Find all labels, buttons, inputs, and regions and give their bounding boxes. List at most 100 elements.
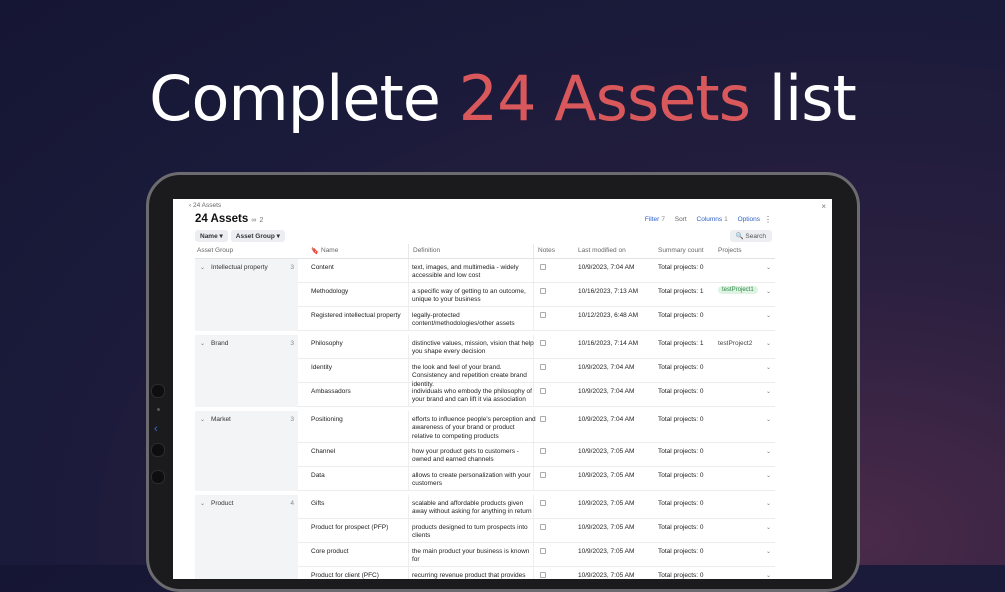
note-icon[interactable] <box>540 364 546 370</box>
table-row[interactable]: Core product the main product your busine… <box>298 543 775 567</box>
chevron-down-icon[interactable]: ⌄ <box>766 340 771 347</box>
summary-count: Total projects: 0 <box>658 264 704 271</box>
last-modified: 10/9/2023, 7:05 AM <box>578 572 635 579</box>
chevron-down-icon[interactable]: ⌄ <box>200 340 205 347</box>
group-cell[interactable]: ⌄ Product 4 <box>195 495 298 579</box>
table-row[interactable]: Data allows to create personalization wit… <box>298 467 775 491</box>
col-last-modified[interactable]: Last modified on <box>578 247 626 254</box>
asset-name[interactable]: Product for client (PFC) <box>311 572 379 579</box>
note-icon[interactable] <box>540 312 546 318</box>
page-title-text: 24 Assets <box>195 213 249 225</box>
side-chevron-left-icon[interactable]: ‹ <box>154 423 158 435</box>
search-input[interactable]: 🔍 Search <box>729 230 772 242</box>
note-icon[interactable] <box>540 524 546 530</box>
col-name[interactable]: Name <box>321 247 338 254</box>
options-button[interactable]: Options <box>738 216 760 223</box>
asset-name[interactable]: Positioning <box>311 416 343 423</box>
chevron-down-icon[interactable]: ⌄ <box>766 312 771 319</box>
filter-count: 7 <box>661 216 665 223</box>
table-row[interactable]: Philosophy distinctive values, mission, v… <box>298 335 775 359</box>
last-modified: 10/9/2023, 7:05 AM <box>578 548 635 555</box>
group-cell[interactable]: ⌄ Market 3 <box>195 411 298 491</box>
asset-name[interactable]: Identity <box>311 364 332 371</box>
chevron-down-icon[interactable]: ⌄ <box>766 524 771 531</box>
columns-button[interactable]: Columns <box>697 216 723 223</box>
chevron-down-icon[interactable]: ⌄ <box>200 264 205 271</box>
asset-name[interactable]: Product for prospect (PFP) <box>311 524 388 531</box>
table-row[interactable]: Methodology a specific way of getting to … <box>298 283 775 307</box>
asset-definition: efforts to influence people's perception… <box>412 416 536 440</box>
chevron-down-icon[interactable]: ⌄ <box>766 548 771 555</box>
table-row[interactable]: Product for prospect (PFP) products desig… <box>298 519 775 543</box>
chevron-down-icon[interactable]: ⌄ <box>766 500 771 507</box>
note-icon[interactable] <box>540 388 546 394</box>
table-row[interactable]: Positioning efforts to influence people's… <box>298 411 775 443</box>
chevron-down-icon[interactable]: ⌄ <box>766 448 771 455</box>
chevron-down-icon[interactable]: ⌄ <box>766 416 771 423</box>
chevron-down-icon[interactable]: ⌄ <box>766 472 771 479</box>
note-icon[interactable] <box>540 264 546 270</box>
col-projects[interactable]: Projects <box>718 247 741 254</box>
breadcrumb[interactable]: ‹ 24 Assets <box>189 202 221 209</box>
chevron-down-icon[interactable]: ⌄ <box>766 388 771 395</box>
asset-definition: legally-protected content/methodologies/… <box>412 312 515 328</box>
sort-button[interactable]: Sort <box>675 216 687 223</box>
table-row[interactable]: Gifts scalable and affordable products gi… <box>298 495 775 519</box>
asset-name[interactable]: Channel <box>311 448 335 455</box>
chevron-down-icon[interactable]: ⌄ <box>766 572 771 579</box>
asset-name[interactable]: Core product <box>311 548 349 555</box>
note-icon[interactable] <box>540 548 546 554</box>
note-icon[interactable] <box>540 500 546 506</box>
col-notes[interactable]: Notes <box>538 247 555 254</box>
asset-name[interactable]: Data <box>311 472 325 479</box>
side-circle-bottom-icon[interactable] <box>151 470 165 484</box>
col-definition[interactable]: Definition <box>413 247 440 254</box>
table-row[interactable]: Channel how your product gets to customer… <box>298 443 775 467</box>
note-icon[interactable] <box>540 416 546 422</box>
close-icon[interactable]: × <box>821 202 826 211</box>
cell-divider <box>408 443 409 467</box>
summary-count: Total projects: 0 <box>658 448 704 455</box>
asset-name[interactable]: Methodology <box>311 288 348 295</box>
side-circle-mid-icon[interactable] <box>151 443 165 457</box>
note-icon[interactable] <box>540 288 546 294</box>
more-options-icon[interactable]: ⋮ <box>764 215 772 224</box>
group-cell[interactable]: ⌄ Intellectual property 3 <box>195 259 298 331</box>
asset-name[interactable]: Philosophy <box>311 340 343 347</box>
chip-asset-group[interactable]: Asset Group ▾ <box>230 230 285 242</box>
note-icon[interactable] <box>540 340 546 346</box>
camera-dot <box>157 408 160 411</box>
chip-name[interactable]: Name ▾ <box>195 230 228 242</box>
note-icon[interactable] <box>540 448 546 454</box>
chevron-down-icon[interactable]: ⌄ <box>200 416 205 423</box>
group-count: 3 <box>290 264 294 271</box>
note-icon[interactable] <box>540 472 546 478</box>
table-row[interactable]: Ambassadors individuals who embody the ph… <box>298 383 775 407</box>
asset-definition: how your product gets to customers - own… <box>412 448 519 464</box>
group-name: Product <box>211 500 234 507</box>
asset-name[interactable]: Gifts <box>311 500 324 507</box>
filter-button[interactable]: Filter <box>645 216 659 223</box>
note-icon[interactable] <box>540 572 546 578</box>
table-row[interactable]: Registered intellectual property legally-… <box>298 307 775 331</box>
col-summary-count[interactable]: Summary count <box>658 247 704 254</box>
last-modified: 10/9/2023, 7:04 AM <box>578 264 635 271</box>
asset-definition: text, images, and multimedia - widely ac… <box>412 264 519 280</box>
chevron-down-icon[interactable]: ⌄ <box>766 264 771 271</box>
project-tag[interactable]: testProject2 <box>718 340 752 347</box>
chevron-down-icon[interactable]: ⌄ <box>200 500 205 507</box>
table-row[interactable]: Product for client (PFC) recurring revenu… <box>298 567 775 579</box>
project-tag[interactable]: testProject1 <box>718 286 758 294</box>
chevron-down-icon[interactable]: ⌄ <box>766 288 771 295</box>
cell-divider <box>408 307 409 331</box>
chevron-down-icon[interactable]: ⌄ <box>766 364 771 371</box>
asset-name[interactable]: Ambassadors <box>311 388 351 395</box>
table-row[interactable]: Content text, images, and multimedia - wi… <box>298 259 775 283</box>
table-row[interactable]: Identity the look and feel of your brand.… <box>298 359 775 388</box>
asset-name[interactable]: Content <box>311 264 334 271</box>
side-circle-top-icon[interactable] <box>151 384 165 398</box>
group-cell[interactable]: ⌄ Brand 3 <box>195 335 298 407</box>
asset-name[interactable]: Registered intellectual property <box>311 312 401 319</box>
cell-divider <box>408 543 409 567</box>
col-asset-group[interactable]: Asset Group <box>197 247 233 254</box>
